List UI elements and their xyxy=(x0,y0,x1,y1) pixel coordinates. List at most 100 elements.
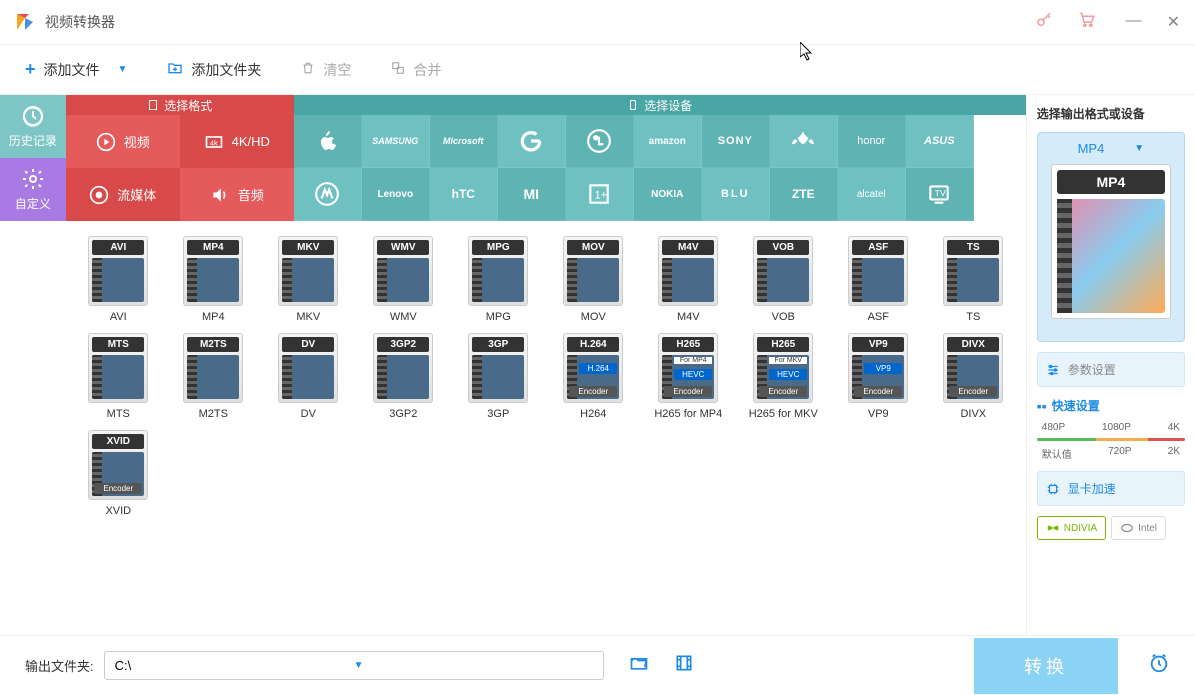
open-folder-button[interactable] xyxy=(629,653,649,678)
svg-text:1+: 1+ xyxy=(595,189,607,201)
format-icon: MKV xyxy=(278,236,338,306)
format-item-vp9[interactable]: VP9VP9Encoder VP9 xyxy=(836,333,921,420)
merge-label: 合并 xyxy=(413,60,441,80)
format-item-h265-for-mkv[interactable]: H265For MKVHEVCEncoderH265 for MKV xyxy=(741,333,826,420)
minimize-button[interactable]: — xyxy=(1126,12,1142,32)
chevron-down-icon[interactable]: ▼ xyxy=(1134,143,1144,154)
format-item-h265-for-mp4[interactable]: H265For MP4HEVCEncoderH265 for MP4 xyxy=(646,333,731,420)
brand-sony[interactable]: SONY xyxy=(702,115,770,168)
4k-tab[interactable]: 4k 4K/HD xyxy=(180,115,294,168)
oneplus-icon: 1+ xyxy=(586,181,612,207)
brand-samsung[interactable]: SAMSUNG xyxy=(362,115,430,168)
cart-icon[interactable] xyxy=(1078,11,1096,34)
gpu-accel-button[interactable]: 显卡加速 xyxy=(1037,471,1185,506)
output-folder-input[interactable]: C:\ ▼ xyxy=(104,651,604,680)
brand-zte[interactable]: ZTE xyxy=(770,168,838,221)
left-sidebar: 历史记录 自定义 xyxy=(0,95,66,635)
intel-button[interactable]: Intel xyxy=(1111,516,1166,540)
format-label: AVI xyxy=(110,311,127,323)
brand-huawei[interactable] xyxy=(770,115,838,168)
close-button[interactable]: ✕ xyxy=(1167,12,1180,32)
brand-oneplus[interactable]: 1+ xyxy=(566,168,634,221)
format-label: DV xyxy=(301,408,316,420)
format-item-m4v[interactable]: M4VM4V xyxy=(646,236,731,323)
brand-alcatel[interactable]: alcatel xyxy=(838,168,906,221)
format-label: TS xyxy=(966,311,980,323)
format-item-dv[interactable]: DVDV xyxy=(266,333,351,420)
chrome-icon xyxy=(89,185,109,205)
format-item-3gp[interactable]: 3GP3GP xyxy=(456,333,541,420)
format-item-ts[interactable]: TS TS xyxy=(931,236,1016,323)
format-item-vob[interactable]: VOBVOB xyxy=(741,236,826,323)
brand-nokia[interactable]: NOKIA xyxy=(634,168,702,221)
resolution-labels-bottom: 默认值 720P 2K xyxy=(1037,446,1185,461)
format-label: VP9 xyxy=(868,408,889,420)
format-item-divx[interactable]: DIVXEncoderDIVX xyxy=(931,333,1016,420)
format-item-xvid[interactable]: XVIDEncoder XVID xyxy=(76,430,161,517)
custom-button[interactable]: 自定义 xyxy=(0,158,66,221)
4k-icon: 4k xyxy=(204,132,224,152)
history-button[interactable]: 历史记录 xyxy=(0,95,66,158)
format-label: 3GP2 xyxy=(389,408,417,420)
chevron-down-icon[interactable]: ▼ xyxy=(118,64,128,75)
format-item-mpg[interactable]: MPGMPG xyxy=(456,236,541,323)
convert-button[interactable]: 转换 xyxy=(974,638,1118,694)
brand-lg[interactable] xyxy=(566,115,634,168)
document-icon xyxy=(147,99,159,111)
brand-apple[interactable] xyxy=(294,115,362,168)
format-label: XVID xyxy=(105,505,131,517)
svg-text:4k: 4k xyxy=(209,138,217,147)
brand-lenovo[interactable]: Lenovo xyxy=(362,168,430,221)
nvidia-button[interactable]: NDIVIA xyxy=(1037,516,1106,540)
format-item-avi[interactable]: AVIAVI xyxy=(76,236,161,323)
brand-amazon[interactable]: amazon xyxy=(634,115,702,168)
output-preview[interactable]: MP4 ▼ MP4 xyxy=(1037,132,1185,342)
format-label: MTS xyxy=(107,408,130,420)
format-item-asf[interactable]: ASFASF xyxy=(836,236,921,323)
history-icon xyxy=(21,104,45,128)
format-icon: 3GP2 xyxy=(373,333,433,403)
brand-google[interactable] xyxy=(498,115,566,168)
output-folder-label: 输出文件夹: xyxy=(25,656,94,675)
add-folder-button[interactable]: 添加文件夹 xyxy=(167,60,261,80)
brand-honor[interactable]: honor xyxy=(838,115,906,168)
params-button[interactable]: 参数设置 xyxy=(1037,352,1185,387)
brand-tv[interactable]: TV xyxy=(906,168,974,221)
brand-microsoft[interactable]: Microsoft xyxy=(430,115,498,168)
brand-motorola[interactable] xyxy=(294,168,362,221)
format-item-mkv[interactable]: MKVMKV xyxy=(266,236,351,323)
brand-blu[interactable]: BLU xyxy=(702,168,770,221)
film-icon[interactable] xyxy=(674,653,694,678)
key-icon[interactable] xyxy=(1035,11,1053,34)
brand-mi[interactable]: MI xyxy=(498,168,566,221)
add-file-button[interactable]: + 添加文件 ▼ xyxy=(25,59,127,80)
format-preview-image: MP4 xyxy=(1051,164,1171,319)
resolution-slider[interactable] xyxy=(1037,438,1185,441)
format-item-h264[interactable]: H.264H.264EncoderH264 xyxy=(551,333,636,420)
merge-button[interactable]: 合并 xyxy=(391,60,441,80)
brand-asus[interactable]: ASUS xyxy=(906,115,974,168)
format-icon: H.264H.264Encoder xyxy=(563,333,623,403)
format-item-mp4[interactable]: MP4MP4 xyxy=(171,236,256,323)
format-icon: VP9VP9Encoder xyxy=(848,333,908,403)
history-label: 历史记录 xyxy=(9,132,57,149)
format-item-3gp2[interactable]: 3GP2 3GP2 xyxy=(361,333,446,420)
format-icon: TS xyxy=(943,236,1003,306)
clear-button[interactable]: 清空 xyxy=(301,60,351,80)
schedule-button[interactable] xyxy=(1148,652,1170,679)
format-item-wmv[interactable]: WMVWMV xyxy=(361,236,446,323)
format-icon: XVIDEncoder xyxy=(88,430,148,500)
app-logo-icon xyxy=(15,12,35,32)
audio-tab[interactable]: 音频 xyxy=(180,168,294,221)
brand-htc[interactable]: hTC xyxy=(430,168,498,221)
stream-tab[interactable]: 流媒体 xyxy=(66,168,180,221)
video-tab[interactable]: 视频 xyxy=(66,115,180,168)
format-item-m2ts[interactable]: M2TSM2TS xyxy=(171,333,256,420)
format-icon: H265For MP4HEVCEncoder xyxy=(658,333,718,403)
add-file-label: 添加文件 xyxy=(44,60,100,80)
chevron-down-icon[interactable]: ▼ xyxy=(354,660,593,671)
format-icon: ASF xyxy=(848,236,908,306)
format-item-mov[interactable]: MOVMOV xyxy=(551,236,636,323)
format-icon: MTS xyxy=(88,333,148,403)
format-item-mts[interactable]: MTS MTS xyxy=(76,333,161,420)
